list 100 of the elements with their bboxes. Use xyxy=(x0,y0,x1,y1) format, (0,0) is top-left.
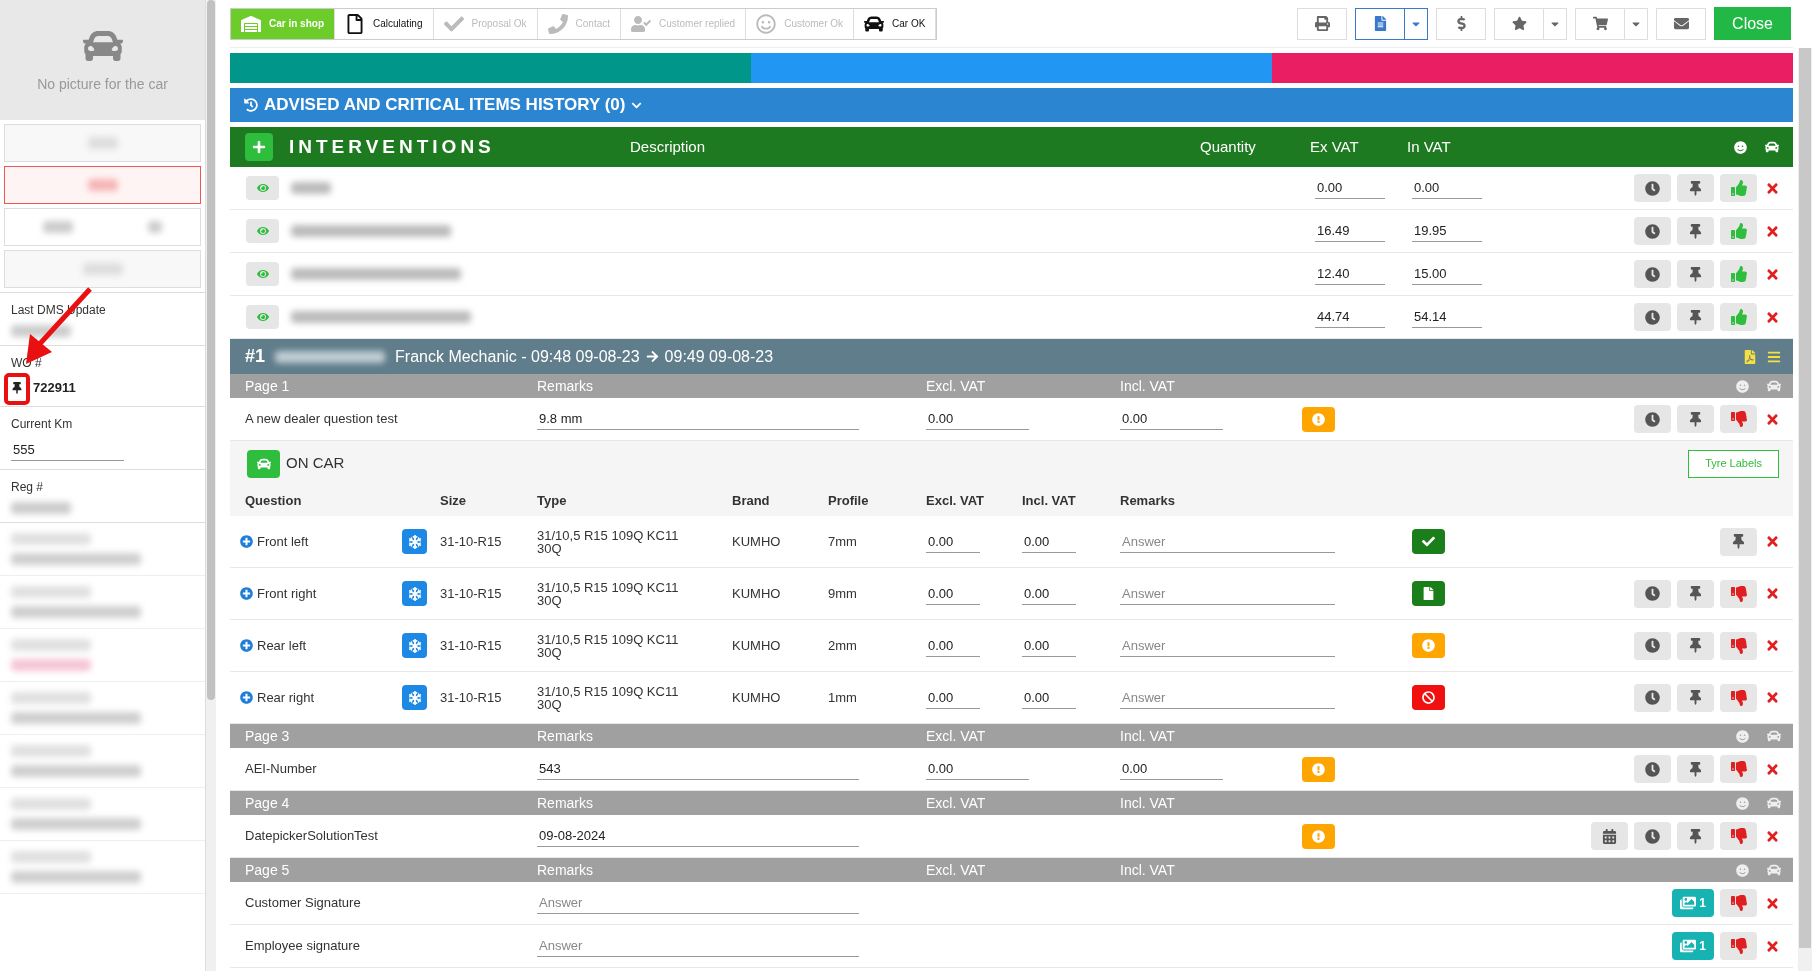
column-header: Remarks xyxy=(537,376,594,396)
remark-field[interactable]: Answer xyxy=(1120,530,1335,553)
page-scrollbar[interactable] xyxy=(1798,48,1812,971)
clock-icon xyxy=(1645,266,1660,282)
menu-icon[interactable] xyxy=(1767,349,1781,364)
incl-vat-field[interactable]: 0.00 xyxy=(1120,758,1223,780)
column-header: Remarks xyxy=(537,860,594,880)
history-button[interactable] xyxy=(1634,631,1671,660)
remark-field[interactable]: Answer xyxy=(1120,582,1335,605)
incl-vat-field[interactable]: 0.00 xyxy=(1022,582,1076,605)
reject-button[interactable] xyxy=(1720,683,1757,712)
pin-button[interactable] xyxy=(1677,303,1714,331)
history-button[interactable] xyxy=(1634,260,1671,288)
status-badge[interactable] xyxy=(1412,529,1445,554)
thumbs-down-icon xyxy=(1730,637,1747,654)
car-icon xyxy=(1767,729,1781,743)
expand-icon[interactable] xyxy=(240,535,253,548)
split-button[interactable] xyxy=(1355,7,1429,40)
expand-icon[interactable] xyxy=(240,691,253,704)
reject-button[interactable] xyxy=(1720,932,1757,960)
clock-icon xyxy=(1645,690,1660,705)
ex-vat-field[interactable]: 44.74 xyxy=(1315,306,1385,328)
pin-button[interactable] xyxy=(1677,755,1714,783)
pin-button[interactable] xyxy=(1677,217,1714,245)
in-vat-field[interactable]: 15.00 xyxy=(1412,263,1482,285)
excl-vat-field[interactable]: 0.00 xyxy=(926,582,980,605)
add-button[interactable] xyxy=(245,133,273,161)
history-button[interactable] xyxy=(1634,303,1671,331)
reject-button[interactable] xyxy=(1720,755,1757,783)
pin-icon xyxy=(1688,690,1703,705)
expand-icon[interactable] xyxy=(240,587,253,600)
snowflake-icon xyxy=(407,690,422,705)
history-title: ADVISED AND CRITICAL ITEMS HISTORY (0) xyxy=(264,94,626,117)
ex-vat-field[interactable]: 0.00 xyxy=(1315,177,1385,199)
reject-button[interactable] xyxy=(1720,405,1757,433)
reject-button[interactable] xyxy=(1720,631,1757,660)
pin-button[interactable] xyxy=(1677,822,1714,850)
expand-icon[interactable] xyxy=(240,639,253,652)
pin-button[interactable] xyxy=(1677,260,1714,288)
km-field[interactable]: 555 xyxy=(11,438,124,461)
incl-vat-field[interactable]: 0.00 xyxy=(1120,408,1223,430)
remark-field[interactable]: Answer xyxy=(1120,686,1335,709)
remark-field[interactable]: Answer xyxy=(537,892,859,914)
excl-vat-field[interactable]: 0.00 xyxy=(926,758,1029,780)
pin-button[interactable] xyxy=(1677,405,1714,433)
column-header: Quantity xyxy=(1200,136,1257,157)
excl-vat-field[interactable]: 0.00 xyxy=(926,686,980,709)
in-vat-field[interactable]: 0.00 xyxy=(1412,177,1482,199)
pin-button[interactable] xyxy=(1720,527,1757,556)
remark-field[interactable]: Answer xyxy=(1120,634,1335,657)
sidebar-scrollbar[interactable] xyxy=(206,0,216,971)
remark-field[interactable]: 09-08-2024 xyxy=(537,825,859,847)
history-bar[interactable]: ADVISED AND CRITICAL ITEMS HISTORY (0) xyxy=(230,88,1793,122)
sidebar-button[interactable] xyxy=(4,166,201,204)
history-button[interactable] xyxy=(1634,822,1671,850)
reject-button[interactable] xyxy=(1720,579,1757,608)
history-button[interactable] xyxy=(1634,174,1671,202)
pin-button[interactable] xyxy=(1677,631,1714,660)
pin-button[interactable] xyxy=(1677,579,1714,608)
in-vat-field[interactable]: 19.95 xyxy=(1412,220,1482,242)
history-button[interactable] xyxy=(1634,217,1671,245)
column-header: Incl. VAT xyxy=(1120,376,1176,396)
history-button[interactable] xyxy=(1634,683,1671,712)
incl-vat-field[interactable]: 0.00 xyxy=(1022,634,1076,657)
history-button[interactable] xyxy=(1634,405,1671,433)
pin-button[interactable] xyxy=(1677,174,1714,202)
calendar-button[interactable] xyxy=(1591,822,1628,850)
pin-icon[interactable] xyxy=(11,381,23,394)
remark-field[interactable]: Answer xyxy=(537,935,859,957)
excl-vat-field[interactable]: 0.00 xyxy=(926,530,980,553)
column-header: Brand xyxy=(732,492,771,511)
section-title: INTERVENTIONS xyxy=(289,134,496,159)
status-badge[interactable] xyxy=(1412,685,1445,710)
column-header: Type xyxy=(537,492,568,511)
incl-vat-field[interactable]: 0.00 xyxy=(1022,686,1076,709)
ex-vat-field[interactable]: 16.49 xyxy=(1315,220,1385,242)
section-title: ON CAR xyxy=(286,453,345,474)
pin-icon xyxy=(1688,761,1703,777)
excl-vat-field[interactable]: 0.00 xyxy=(926,408,1029,430)
column-header: Incl. VAT xyxy=(1022,492,1077,511)
history-button[interactable] xyxy=(1634,579,1671,608)
blurred-description xyxy=(291,182,331,194)
ex-vat-field[interactable]: 12.40 xyxy=(1315,263,1385,285)
clock-icon xyxy=(1645,309,1660,325)
pin-button[interactable] xyxy=(1677,683,1714,712)
remark-field[interactable]: 543 xyxy=(537,758,859,780)
status-badge[interactable] xyxy=(1412,581,1445,606)
history-button[interactable] xyxy=(1634,755,1671,783)
in-vat-field[interactable]: 54.14 xyxy=(1412,306,1482,328)
excl-vat-field[interactable]: 0.00 xyxy=(926,634,980,657)
reject-button[interactable] xyxy=(1720,822,1757,850)
smiley-icon xyxy=(756,13,777,34)
reject-button[interactable] xyxy=(1720,889,1757,917)
tyre-position: Rear right xyxy=(257,688,315,707)
tyre-profile: 2mm xyxy=(828,636,858,655)
column-header: Profile xyxy=(828,492,870,511)
incl-vat-field[interactable]: 0.00 xyxy=(1022,530,1076,553)
thumbs-up-icon xyxy=(1730,266,1747,282)
pdf-icon[interactable] xyxy=(1743,349,1757,364)
remark-field[interactable]: 9.8 mm xyxy=(537,408,859,430)
